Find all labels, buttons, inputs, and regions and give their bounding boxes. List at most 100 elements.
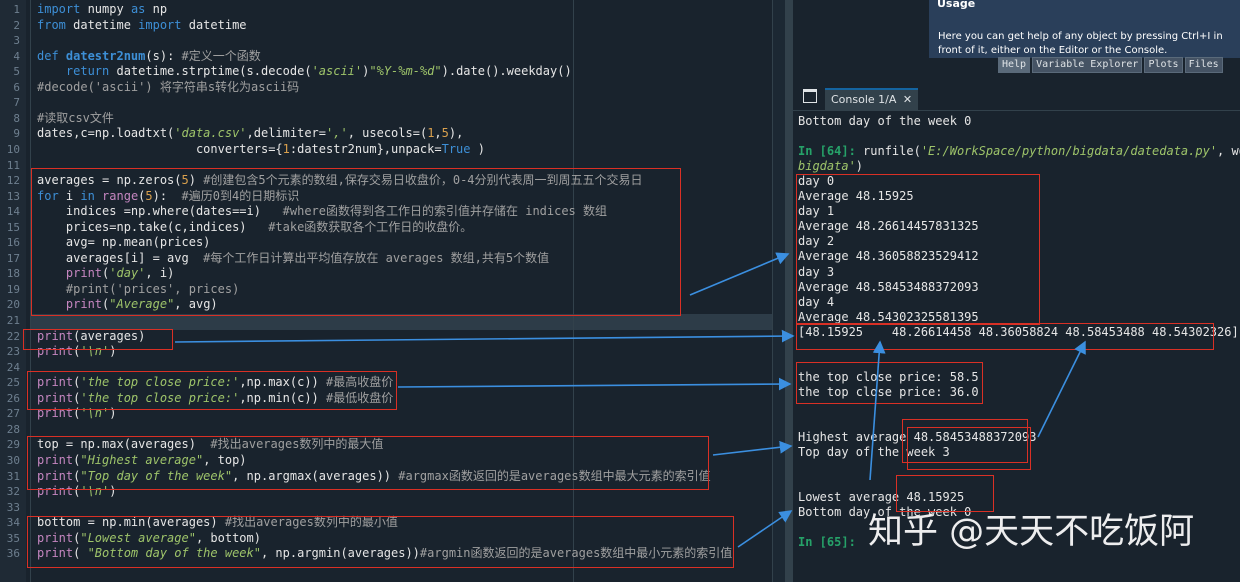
code-line[interactable]: print('day', i) bbox=[37, 266, 174, 281]
line-number: 3 bbox=[13, 34, 20, 48]
line-number: 28 bbox=[6, 422, 20, 436]
console-token: Average 48.58453488372093 bbox=[798, 279, 979, 294]
code-token: ,np.min(c)) bbox=[239, 390, 327, 405]
code-line[interactable]: print('\n') bbox=[37, 344, 117, 359]
code-line[interactable]: return datetime.strptime(s.decode('ascii… bbox=[37, 64, 572, 79]
code-line[interactable]: indices =np.where(dates==i) #where函数得到各工… bbox=[37, 204, 607, 219]
code-token: True bbox=[441, 141, 478, 156]
code-editor[interactable]: 1 import numpy as np 2 from datetime import… bbox=[0, 0, 785, 582]
code-line[interactable]: print("Average", avg) bbox=[37, 297, 218, 312]
console-line: day 4 bbox=[798, 295, 834, 310]
console-token: ) bbox=[855, 159, 864, 174]
code-line[interactable]: print("Top day of the week", np.argmax(a… bbox=[37, 469, 711, 484]
code-token: from bbox=[37, 17, 74, 32]
code-line[interactable]: #print('prices', prices) bbox=[37, 282, 239, 297]
console-token: Highest average 48.58453488372093 bbox=[798, 430, 1037, 445]
code-line[interactable]: print('\n') bbox=[37, 484, 117, 499]
window-icon[interactable] bbox=[803, 89, 817, 103]
pane-splitter[interactable] bbox=[785, 0, 793, 582]
tab-console[interactable]: Console 1/A ✕ bbox=[825, 88, 919, 110]
editor-scrollbar[interactable] bbox=[772, 0, 785, 582]
line-number: 14 bbox=[6, 205, 20, 219]
code-token: bottom = np.min(averages) bbox=[37, 515, 225, 530]
code-line[interactable]: def datestr2num(s): #定义一个函数 bbox=[37, 49, 261, 64]
line-number: 13 bbox=[6, 189, 20, 203]
code-token: '\n' bbox=[80, 406, 110, 421]
code-line[interactable]: print("Highest average", top) bbox=[37, 453, 247, 468]
line-number: 36 bbox=[6, 547, 20, 561]
line-number: 23 bbox=[6, 345, 20, 359]
console-token: day 0 bbox=[798, 174, 835, 189]
code-line[interactable]: averages = np.zeros(5) #创建包含5个元素的数组,保存交易… bbox=[37, 173, 643, 188]
code-line[interactable]: avg= np.mean(prices) bbox=[37, 235, 211, 250]
code-token: #定义一个函数 bbox=[181, 48, 261, 63]
code-line[interactable]: print("Lowest average", bottom) bbox=[37, 531, 261, 546]
code-line[interactable]: print( "Bottom day of the week", np.argm… bbox=[37, 546, 732, 561]
code-token: i bbox=[65, 188, 81, 203]
console-token: Top day of the week 3 bbox=[798, 445, 950, 460]
line-number: 16 bbox=[6, 236, 20, 250]
code-token: converters={ bbox=[37, 141, 283, 156]
code-line[interactable]: print('\n') bbox=[37, 406, 117, 421]
code-line[interactable]: for i in range(5): #遍历0到4的日期标识 bbox=[37, 189, 299, 204]
code-token: #argmin函数返回的是averages数组中最小元素的索引值 bbox=[419, 546, 733, 561]
code-token: "%Y-%m-%d" bbox=[369, 64, 442, 79]
code-token: (averages) bbox=[73, 328, 146, 343]
code-token: ), bbox=[448, 126, 464, 141]
code-line[interactable]: #decode('ascii') 将字符串s转化为ascii码 bbox=[37, 80, 299, 95]
code-token: ( bbox=[73, 546, 88, 561]
code-token: datetime bbox=[73, 17, 139, 32]
line-number: 12 bbox=[6, 174, 20, 188]
code-token: 'day' bbox=[109, 266, 146, 281]
console-line: Average 48.15925 bbox=[798, 189, 914, 204]
code-token: #print('prices', prices) bbox=[37, 281, 240, 296]
code-line[interactable]: averages[i] = avg #每个工作日计算出平均值存放在 averag… bbox=[37, 251, 549, 266]
code-token: #每个工作日计算出平均值存放在 averages 数组,共有5个数值 bbox=[203, 250, 550, 265]
console-token: the top close price: 58.5 bbox=[798, 369, 979, 384]
line-number: 34 bbox=[6, 516, 20, 530]
line-number: 4 bbox=[13, 49, 20, 63]
line-number: 10 bbox=[6, 142, 20, 156]
help-text: Here you can get help of any object by p… bbox=[938, 31, 1223, 56]
close-icon[interactable]: ✕ bbox=[903, 93, 912, 106]
code-line[interactable]: print('the top close price:',np.max(c)) … bbox=[37, 375, 393, 390]
code-line[interactable]: prices=np.take(c,indices) #take函数获取各个工作日… bbox=[37, 220, 472, 235]
code-line[interactable]: #读取csv文件 bbox=[37, 111, 114, 126]
console-token: Average 48.54302325581395 bbox=[798, 309, 979, 324]
code-token: 'data.csv' bbox=[174, 126, 247, 141]
line-number: 25 bbox=[6, 376, 20, 390]
code-line[interactable]: print(averages) bbox=[37, 329, 145, 344]
code-token: 1 bbox=[282, 141, 290, 156]
code-token: #找出averages数列中的最小值 bbox=[224, 515, 398, 530]
code-token: averages[i] = avg bbox=[37, 250, 204, 265]
code-token: as bbox=[130, 2, 153, 16]
code-token: range bbox=[102, 188, 139, 203]
console-line: the top close price: 58.5 bbox=[798, 370, 979, 385]
code-token: , top) bbox=[203, 452, 247, 467]
code-token: def bbox=[37, 48, 66, 63]
code-line[interactable]: import numpy as np bbox=[37, 2, 167, 17]
code-token: #最高收盘价 bbox=[326, 375, 394, 390]
code-line[interactable]: bottom = np.min(averages) #找出averages数列中… bbox=[37, 515, 398, 530]
code-line[interactable]: print('the top close price:',np.min(c)) … bbox=[37, 391, 393, 406]
code-token: print bbox=[37, 375, 74, 390]
code-line[interactable]: from datetime import datetime bbox=[37, 18, 247, 33]
code-token: import bbox=[37, 2, 88, 16]
line-number: 18 bbox=[6, 267, 20, 281]
code-line[interactable]: top = np.max(averages) #找出averages数列中的最大… bbox=[37, 437, 383, 452]
code-token: #读取csv文件 bbox=[37, 110, 114, 125]
console-line: Bottom day of the week 0 bbox=[798, 114, 971, 129]
code-line[interactable]: converters={1:datestr2num},unpack=True ) bbox=[37, 142, 485, 157]
code-token: averages = np.zeros( bbox=[37, 173, 182, 188]
code-line[interactable]: dates,c=np.loadtxt('data.csv',delimiter=… bbox=[37, 126, 463, 141]
code-token: 5 bbox=[181, 173, 189, 188]
console-line: Average 48.36058823529412 bbox=[798, 249, 979, 264]
line-number: 15 bbox=[6, 220, 20, 234]
tab-plots[interactable]: Plots bbox=[1144, 57, 1183, 73]
console-token: , wdir= bbox=[1217, 144, 1240, 159]
tab-variable-explorer[interactable]: Variable Explorer bbox=[1032, 57, 1143, 73]
tab-files[interactable]: Files bbox=[1184, 57, 1223, 73]
tab-help[interactable]: Help bbox=[998, 57, 1031, 73]
line-number: 32 bbox=[6, 485, 20, 499]
